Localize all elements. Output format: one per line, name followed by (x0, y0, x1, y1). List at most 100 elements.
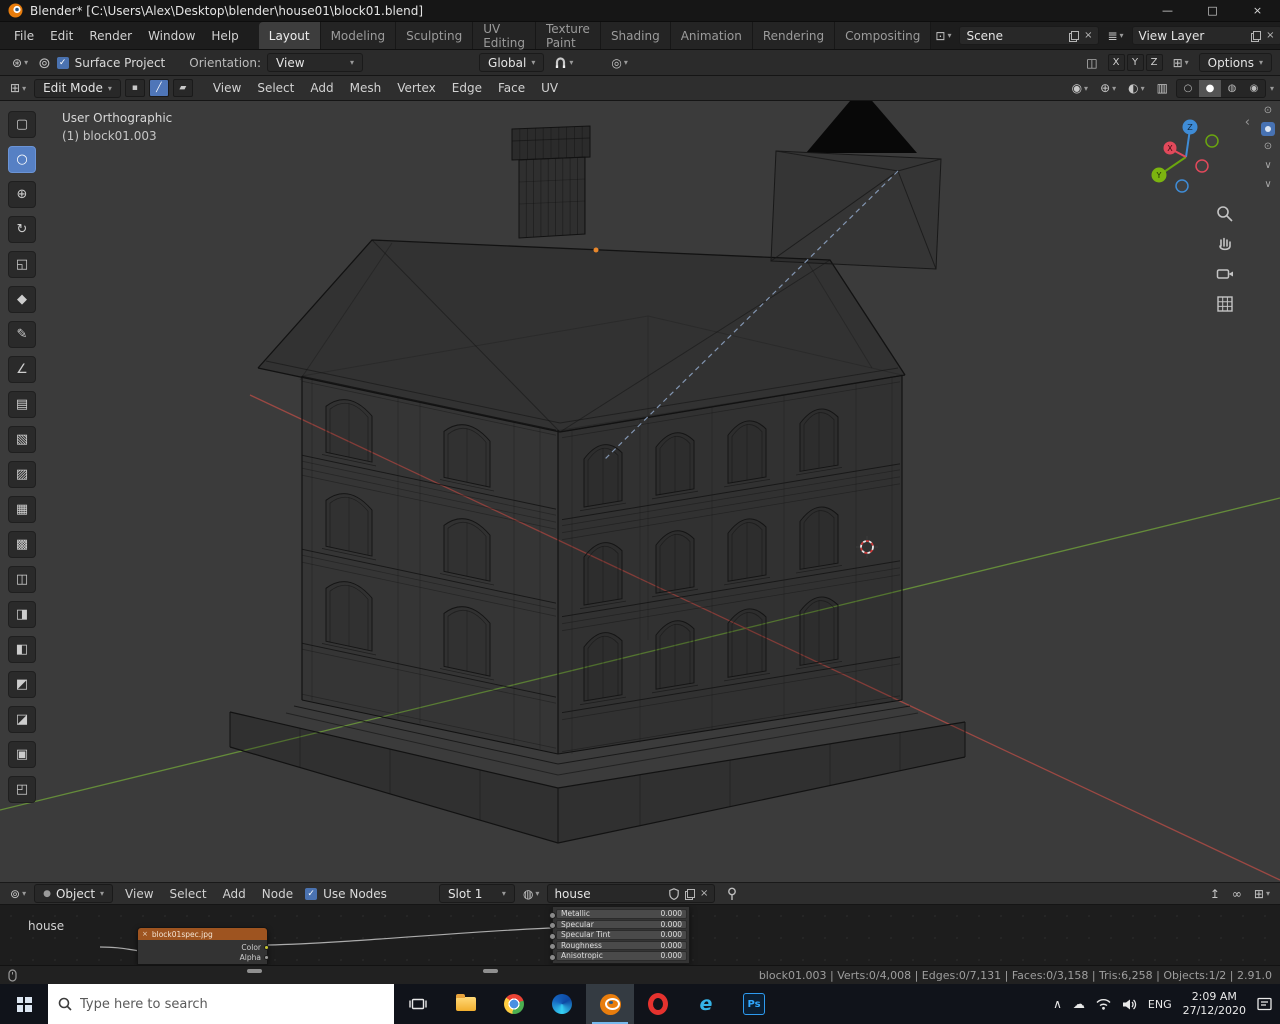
wifi-icon[interactable] (1096, 998, 1111, 1010)
tool-bevel[interactable]: ▨ (8, 461, 36, 488)
remove-view-layer-icon[interactable]: × (1266, 30, 1274, 41)
chrome-button[interactable] (490, 984, 538, 1024)
zoom-icon[interactable] (1212, 201, 1238, 227)
close-icon[interactable]: × (142, 930, 148, 938)
material-name-field[interactable]: house × (547, 884, 716, 903)
viewport-3d[interactable]: User Orthographic (1) block01.003 ▢ ○ ⊕ ↻ ◱ ◆… (0, 101, 1280, 882)
shading-wireframe-button[interactable]: ○ (1177, 80, 1199, 97)
file-explorer-button[interactable] (442, 984, 490, 1024)
workspace-tab[interactable]: Rendering (752, 22, 836, 49)
chevron-down-icon[interactable]: ∨ (1264, 158, 1271, 174)
tool-edge-slide[interactable]: ◩ (8, 671, 36, 698)
node-editor-menu-item[interactable]: Add (215, 885, 254, 903)
tool-rotate[interactable]: ↻ (8, 216, 36, 243)
tool-inset-faces[interactable]: ▧ (8, 426, 36, 453)
action-center-icon[interactable] (1257, 997, 1272, 1011)
ortho-grid-icon[interactable] (1212, 291, 1238, 317)
menubar-item[interactable]: Render (81, 27, 140, 45)
node-snap-button[interactable]: ⊞ ▾ (1250, 884, 1274, 903)
node-slider[interactable]: Roughness 0.000 (549, 940, 687, 950)
language-indicator[interactable]: ENG (1148, 998, 1172, 1011)
tool-measure[interactable]: ∠ (8, 356, 36, 383)
snap-toggle-button[interactable]: ▾ (550, 53, 577, 72)
tool-scale[interactable]: ◱ (8, 251, 36, 278)
scrollbar-handle[interactable] (247, 969, 262, 973)
tool-annotate[interactable]: ✎ (8, 321, 36, 348)
viewport-menu-item[interactable]: Face (490, 79, 533, 97)
workspace-tab[interactable]: UV Editing (473, 22, 536, 50)
material-slot-dropdown[interactable]: Slot 1 ▾ (438, 884, 515, 903)
copy-icon[interactable] (1069, 30, 1080, 42)
maximize-button[interactable]: □ (1190, 0, 1235, 21)
menubar-item[interactable]: Edit (42, 27, 81, 45)
tool-loop-cut[interactable]: ▦ (8, 496, 36, 523)
pan-hand-icon[interactable] (1212, 231, 1238, 257)
mirror-axis-toggle[interactable]: X (1107, 54, 1125, 71)
tool-select-circle[interactable]: ○ (8, 146, 36, 173)
editor-type-button[interactable]: ⊞ ▾ (6, 79, 30, 98)
edge-select-mode-button[interactable]: ╱ (148, 79, 169, 97)
tool-smooth[interactable]: ◧ (8, 636, 36, 663)
use-nodes-checkbox[interactable]: ✓ Use Nodes (305, 887, 387, 901)
workspace-tab[interactable]: Sculpting (396, 22, 474, 49)
face-select-mode-button[interactable]: ▰ (172, 79, 193, 97)
scene-browse-button[interactable]: ⊡ ▾ (931, 26, 955, 45)
overlays-button[interactable]: ◐ ▾ (1124, 79, 1149, 98)
shading-material-button[interactable]: ◍ (1221, 80, 1243, 97)
viewport-menu-item[interactable]: View (205, 79, 249, 97)
volume-icon[interactable] (1122, 998, 1137, 1011)
mode-dropdown[interactable]: Edit Mode ▾ (34, 78, 121, 98)
camera-view-icon[interactable] (1212, 261, 1238, 287)
copy-icon[interactable] (685, 888, 696, 900)
node-slider[interactable]: Anisotropic 0.000 (549, 951, 687, 961)
mirror-axis-toggle[interactable]: Z (1145, 54, 1163, 71)
taskbar-clock[interactable]: 2:09 AM 27/12/2020 (1183, 990, 1246, 1018)
shader-type-dropdown[interactable]: ● Object ▾ (34, 884, 114, 903)
node-insert-icon[interactable]: ↥ (1206, 884, 1224, 903)
vertex-select-mode-button[interactable]: ▪ (124, 79, 145, 97)
workspace-tab[interactable]: Animation (670, 22, 753, 49)
tool-extrude-region[interactable]: ▤ (8, 391, 36, 418)
internet-explorer-button[interactable]: e (682, 984, 730, 1024)
workspace-tab[interactable]: Modeling (320, 22, 397, 49)
scene-name-field[interactable]: Scene × (959, 26, 1100, 45)
minimize-button[interactable]: — (1145, 0, 1190, 21)
collapse-region-icon[interactable]: ‹ (1245, 115, 1250, 130)
shading-rendered-button[interactable]: ◉ (1243, 80, 1265, 97)
eye-icon[interactable]: ⊙ (1264, 103, 1272, 119)
chevron-down-icon[interactable]: ∨ (1264, 177, 1271, 193)
image-texture-node[interactable]: × block01spec.jpg Color Alpha (137, 927, 269, 965)
unlink-icon[interactable]: × (1084, 30, 1092, 41)
onedrive-cloud-icon[interactable]: ☁ (1073, 997, 1085, 1011)
start-button[interactable] (0, 984, 48, 1024)
workspace-tab[interactable]: Shading (600, 22, 671, 49)
tool-rip-region[interactable]: ◰ (8, 776, 36, 803)
axis-minus-x-ball[interactable] (1195, 159, 1209, 173)
menubar-item[interactable]: Help (203, 27, 246, 45)
close-button[interactable]: × (1235, 0, 1280, 21)
image-node-header[interactable]: × block01spec.jpg (138, 928, 267, 940)
viewport-menu-item[interactable]: UV (533, 79, 566, 97)
gizmos-button[interactable]: ⊕ ▾ (1096, 79, 1120, 98)
node-slider[interactable]: Metallic 0.000 (549, 909, 687, 919)
scrollbar-handle[interactable] (483, 969, 498, 973)
tool-move[interactable]: ⊕ (8, 181, 36, 208)
tool-poly-build[interactable]: ◫ (8, 566, 36, 593)
menubar-item[interactable]: File (6, 27, 42, 45)
eye-icon[interactable]: ⊙ (1264, 139, 1272, 155)
surface-project-checkbox[interactable]: ✓ Surface Project (56, 56, 165, 70)
orientation-dropdown[interactable]: View ▾ (267, 53, 364, 72)
unlink-material-icon[interactable]: × (700, 888, 708, 899)
photoshop-button[interactable]: Ps (730, 984, 778, 1024)
viewport-canvas[interactable] (0, 101, 1280, 882)
tool-shrink-fatten[interactable]: ◪ (8, 706, 36, 733)
node-editor-menu-item[interactable]: Node (254, 885, 301, 903)
menubar-item[interactable]: Window (140, 27, 203, 45)
node-editor-menu-item[interactable]: View (117, 885, 161, 903)
pin-icon[interactable] (727, 887, 737, 900)
node-editor-type-button[interactable]: ⊚ ▾ (6, 884, 30, 903)
opera-button[interactable] (634, 984, 682, 1024)
viewport-menu-item[interactable]: Add (302, 79, 341, 97)
node-editor-menu-item[interactable]: Select (162, 885, 215, 903)
axis-minus-y-ball[interactable] (1205, 134, 1219, 148)
